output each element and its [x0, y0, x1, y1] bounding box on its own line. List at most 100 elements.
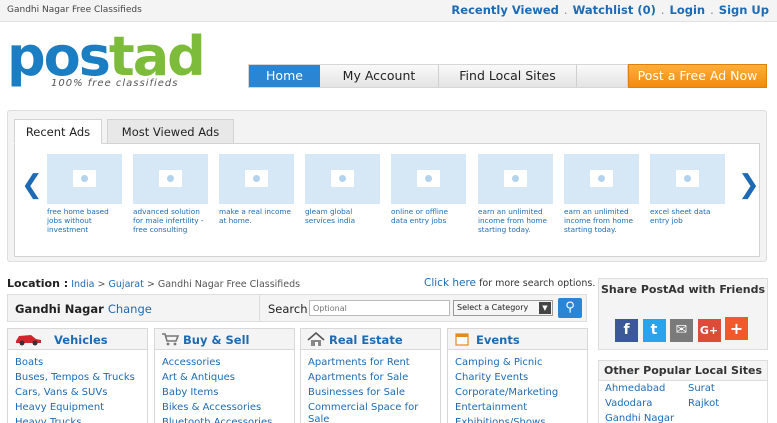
popular-title: Other Popular Local Sites [599, 361, 767, 381]
search-button[interactable]: ⚲ [558, 298, 582, 318]
twitter-icon[interactable]: t [642, 319, 666, 342]
ad-thumbnail[interactable] [133, 154, 208, 204]
main-nav: Home My Account Find Local Sites [248, 64, 628, 88]
category-buy-sell: Buy & Sell Accessories Art & Antiques Ba… [154, 328, 295, 423]
ad-card[interactable]: online or offline data entry jobs [391, 154, 466, 225]
category-link[interactable]: Boats [15, 355, 147, 370]
category-link[interactable]: Bluetooth Accessories [162, 415, 294, 423]
image-placeholder-icon [590, 170, 613, 187]
signup-link[interactable]: Sign Up [719, 3, 769, 17]
ad-card[interactable]: earn an unlimited income from home start… [478, 154, 553, 234]
ad-title[interactable]: make a real income at home. [219, 207, 294, 225]
nav-home[interactable]: Home [249, 65, 320, 87]
image-placeholder-icon [159, 170, 182, 187]
ad-card[interactable]: free home based jobs without investment [47, 154, 122, 234]
breadcrumb-india[interactable]: India [71, 279, 94, 290]
google-plus-icon[interactable]: G+ [697, 319, 721, 342]
watchlist-link[interactable]: Watchlist [573, 3, 634, 17]
category-link[interactable]: Camping & Picnic [455, 355, 587, 370]
ad-card[interactable]: advanced solution for male infertility -… [133, 154, 208, 234]
login-link[interactable]: Login [670, 3, 706, 17]
watchlist-count[interactable]: (0) [637, 3, 656, 17]
facebook-icon[interactable]: f [615, 319, 638, 342]
category-title[interactable]: Buy & Sell [183, 333, 249, 347]
location-label: Location : [7, 277, 69, 290]
tab-recent-ads[interactable]: Recent Ads [14, 119, 102, 144]
category-link[interactable]: Charity Events [455, 370, 587, 385]
category-vehicles: Vehicles Boats Buses, Tempos & Trucks Ca… [7, 328, 148, 423]
ad-title[interactable]: earn an unlimited income from home start… [478, 207, 553, 234]
popular-sites-box: Other Popular Local Sites Ahmedabad Sura… [598, 360, 768, 423]
nav-find-local-sites[interactable]: Find Local Sites [439, 65, 577, 87]
post-free-ad-button[interactable]: Post a Free Ad Now [628, 64, 767, 88]
nav-my-account[interactable]: My Account [320, 65, 439, 87]
image-placeholder-icon [417, 170, 440, 187]
city-link[interactable]: Surat [688, 383, 715, 394]
breadcrumb-gujarat[interactable]: Gujarat [109, 279, 144, 290]
ad-thumbnail[interactable] [650, 154, 725, 204]
ads-carousel: ❮ ❯ free home based jobs without investm… [14, 143, 760, 257]
ad-title[interactable]: advanced solution for male infertility -… [133, 207, 208, 234]
more-share-icon[interactable]: + [725, 317, 748, 340]
ad-title[interactable]: online or offline data entry jobs [391, 207, 466, 225]
breadcrumb: Location : India > Gujarat > Gandhi Naga… [7, 277, 301, 290]
image-placeholder-icon [245, 170, 268, 187]
category-title[interactable]: Events [476, 333, 520, 347]
category-link[interactable]: Art & Antiques [162, 370, 294, 385]
category-link[interactable]: Corporate/Marketing [455, 385, 587, 400]
category-link[interactable]: Commercial Space for Sale [308, 400, 440, 423]
ad-thumbnail[interactable] [47, 154, 122, 204]
category-select[interactable]: Select a Category ▼ [453, 300, 553, 316]
ad-card[interactable]: earn an unlimited income from home start… [564, 154, 639, 234]
postad-logo[interactable]: postad 100% free classifieds [7, 30, 206, 92]
ad-title[interactable]: earn an unlimited income from home start… [564, 207, 639, 234]
category-link[interactable]: Apartments for Sale [308, 370, 440, 385]
category-link[interactable]: Exhibitions/Shows [455, 415, 587, 423]
city-link[interactable]: Vadodara [605, 398, 652, 409]
search-input[interactable] [309, 300, 450, 316]
ad-thumbnail[interactable] [305, 154, 380, 204]
category-link[interactable]: Cars, Vans & SUVs [15, 385, 147, 400]
image-placeholder-icon [73, 170, 96, 187]
ad-card[interactable]: excel sheet data entry job [650, 154, 725, 225]
image-placeholder-icon [676, 170, 699, 187]
image-placeholder-icon [504, 170, 527, 187]
carousel-next-icon[interactable]: ❯ [738, 172, 760, 198]
category-link[interactable]: Businesses for Sale [308, 385, 440, 400]
category-link[interactable]: Accessories [162, 355, 294, 370]
recently-viewed-link[interactable]: Recently Viewed [451, 3, 559, 17]
share-box: Share PostAd with Friends f t ✉ G+ + [598, 278, 768, 350]
category-link[interactable]: Heavy Equipment [15, 400, 147, 415]
ad-card[interactable]: gleam global services india [305, 154, 380, 225]
ad-title[interactable]: excel sheet data entry job [650, 207, 725, 225]
ad-title[interactable]: free home based jobs without investment [47, 207, 122, 234]
ad-card[interactable]: make a real income at home. [219, 154, 294, 225]
more-search-options: Click here for more search options. [424, 277, 596, 289]
ad-thumbnail[interactable] [219, 154, 294, 204]
ad-thumbnail[interactable] [391, 154, 466, 204]
category-real-estate: Real Estate Apartments for Rent Apartmen… [300, 328, 441, 423]
category-title[interactable]: Real Estate [329, 333, 403, 347]
city-link[interactable]: Ahmedabad [605, 383, 665, 394]
city-link[interactable]: Gandhi Nagar [605, 413, 674, 423]
category-title[interactable]: Vehicles [54, 333, 108, 347]
category-events: Events Camping & Picnic Charity Events C… [447, 328, 588, 423]
category-link[interactable]: Buses, Tempos & Trucks [15, 370, 147, 385]
category-link[interactable]: Baby Items [162, 385, 294, 400]
carousel-prev-icon[interactable]: ❮ [21, 172, 43, 198]
category-link[interactable]: Bikes & Accessories [162, 400, 294, 415]
city-link[interactable]: Rajkot [688, 398, 719, 409]
ad-thumbnail[interactable] [564, 154, 639, 204]
breadcrumb-current: Gandhi Nagar Free Classifieds [157, 279, 301, 290]
category-link[interactable]: Apartments for Rent [308, 355, 440, 370]
email-icon[interactable]: ✉ [670, 319, 693, 342]
ad-thumbnail[interactable] [478, 154, 553, 204]
top-bar: Gandhi Nagar Free Classifieds Recently V… [0, 0, 777, 22]
ad-title[interactable]: gleam global services india [305, 207, 380, 225]
change-city-link[interactable]: Change [108, 302, 152, 316]
category-link[interactable]: Entertainment [455, 400, 587, 415]
social-buttons: f t ✉ G+ + [615, 317, 749, 342]
tab-most-viewed-ads[interactable]: Most Viewed Ads [107, 119, 234, 144]
click-here-link[interactable]: Click here [424, 277, 476, 289]
category-link[interactable]: Heavy Trucks [15, 415, 147, 423]
